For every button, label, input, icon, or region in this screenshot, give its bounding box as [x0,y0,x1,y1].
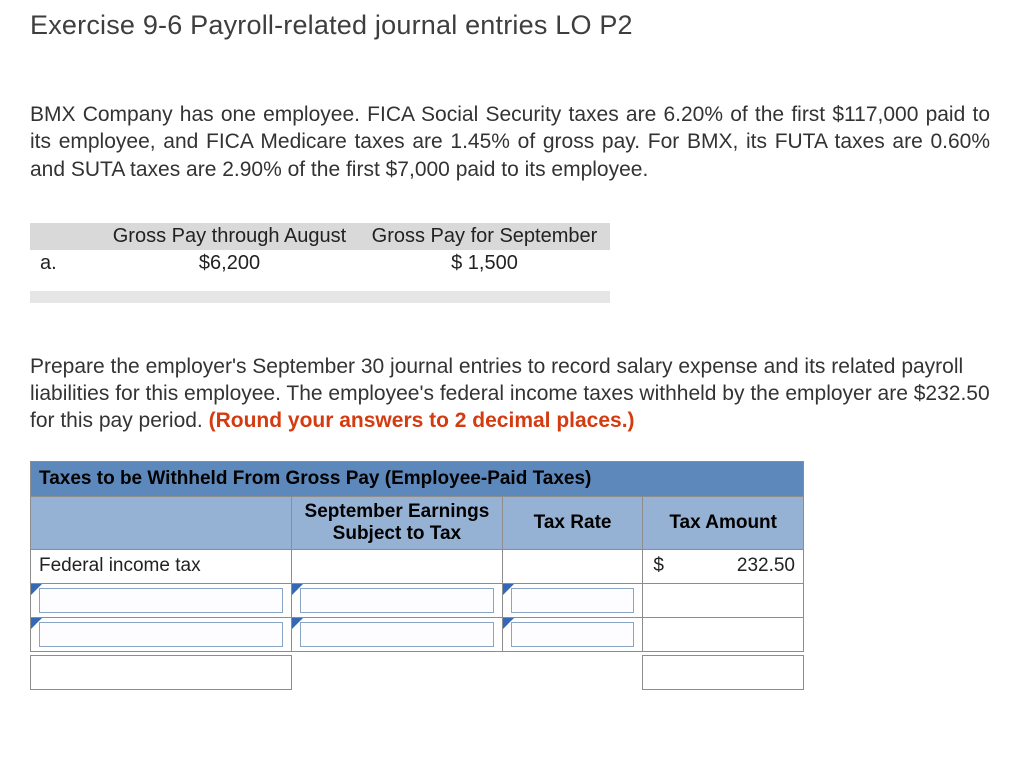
amount-value: 232.50 [737,555,795,576]
total-amount-cell[interactable] [643,655,804,689]
earnings-cell[interactable] [292,549,503,583]
worksheet-col-name [31,496,292,549]
withholding-worksheet: Taxes to be Withheld From Gross Pay (Emp… [30,461,804,690]
gross-header-september: Gross Pay for September [359,223,610,250]
table-total-row [31,655,804,689]
gross-header-august: Gross Pay through August [100,223,359,250]
dropdown-indicator-icon [292,584,303,595]
table-row [31,583,804,617]
currency-symbol: $ [651,555,664,577]
dropdown-indicator-icon [292,618,303,629]
rounding-hint: (Round your answers to 2 decimal places.… [209,409,635,432]
tax-name-cell: Federal income tax [31,549,292,583]
worksheet-col-rate: Tax Rate [502,496,643,549]
rate-dropdown[interactable] [502,617,643,651]
gross-header-spacer [30,223,100,250]
worksheet-title: Taxes to be Withheld From Gross Pay (Emp… [31,461,804,496]
dropdown-indicator-icon [31,618,42,629]
earnings-dropdown[interactable] [292,583,503,617]
gross-pay-summary: Gross Pay through August Gross Pay for S… [30,223,610,277]
rate-cell[interactable] [502,549,643,583]
gross-value-september: $ 1,500 [359,250,610,277]
dropdown-indicator-icon [503,584,514,595]
gross-table-footer-bar [30,291,610,303]
dropdown-indicator-icon [31,584,42,595]
dropdown-indicator-icon [503,618,514,629]
tax-name-dropdown[interactable] [31,583,292,617]
tax-name-dropdown[interactable] [31,617,292,651]
instructions: Prepare the employer's September 30 jour… [30,353,994,435]
amount-cell: $ 232.50 [643,549,804,583]
worksheet-col-amount: Tax Amount [643,496,804,549]
page-title: Exercise 9-6 Payroll-related journal ent… [30,10,994,41]
total-label-cell[interactable] [31,655,292,689]
rate-dropdown[interactable] [502,583,643,617]
amount-cell[interactable] [643,583,804,617]
table-row: Federal income tax $ 232.50 [31,549,804,583]
table-row [31,617,804,651]
gross-row-label: a. [30,250,100,277]
earnings-dropdown[interactable] [292,617,503,651]
worksheet-col-earnings: September Earnings Subject to Tax [292,496,503,549]
amount-cell[interactable] [643,617,804,651]
gross-value-august: $6,200 [100,250,359,277]
problem-intro: BMX Company has one employee. FICA Socia… [30,101,990,183]
